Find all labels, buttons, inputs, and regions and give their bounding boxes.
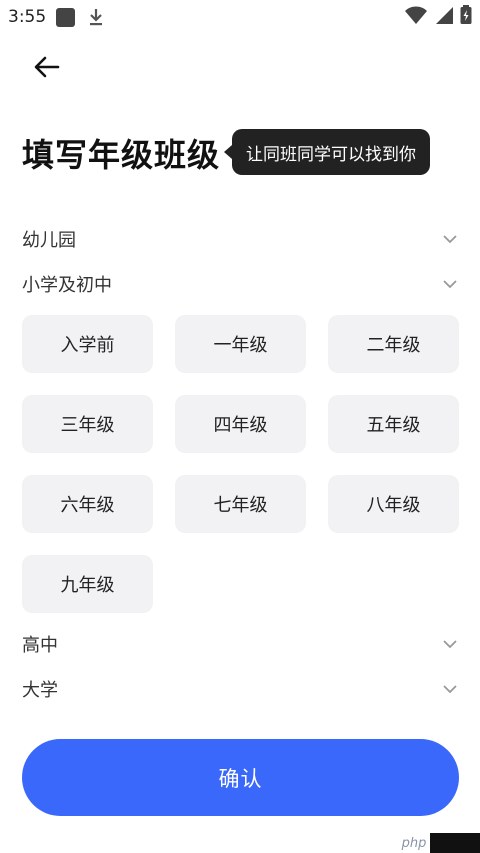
chevron-down-icon [443, 280, 457, 289]
tooltip: 让同班同学可以找到你 [224, 129, 430, 175]
grade-button[interactable]: 七年级 [175, 475, 306, 533]
section-label: 高中 [22, 635, 58, 656]
chevron-down-icon [443, 685, 457, 694]
section-label: 幼儿园 [22, 230, 76, 251]
section-label: 大学 [22, 680, 58, 701]
download-icon [87, 7, 105, 27]
grade-button[interactable]: 入学前 [22, 315, 153, 373]
grade-button[interactable]: 二年级 [328, 315, 459, 373]
section-high-school[interactable]: 高中 [22, 629, 458, 659]
page-title: 填写年级班级 [22, 136, 221, 174]
grade-grid: 入学前 一年级 二年级 三年级 四年级 五年级 六年级 七年级 八年级 九年级 [22, 315, 459, 613]
watermark: php [398, 833, 480, 853]
grade-button[interactable]: 八年级 [328, 475, 459, 533]
section-kindergarten[interactable]: 幼儿园 [22, 224, 458, 254]
battery-icon [460, 5, 472, 29]
back-button[interactable] [30, 52, 64, 82]
wifi-icon [404, 5, 428, 29]
section-university[interactable]: 大学 [22, 674, 458, 704]
grade-button[interactable]: 四年级 [175, 395, 306, 453]
confirm-button[interactable]: 确认 [22, 739, 459, 816]
grade-button[interactable]: 六年级 [22, 475, 153, 533]
chevron-down-icon [443, 640, 457, 649]
status-time: 3:55 [8, 7, 47, 27]
grade-button[interactable]: 九年级 [22, 555, 153, 613]
grade-button[interactable]: 五年级 [328, 395, 459, 453]
signal-icon [434, 5, 454, 29]
grade-button[interactable]: 一年级 [175, 315, 306, 373]
chevron-down-icon [443, 235, 457, 244]
status-bar: 3:55 [0, 0, 480, 34]
screen: 3:55 填写年级班级 让同班同学可以找到你 幼儿园 小学及初中 入学前 一年级… [0, 0, 480, 853]
watermark-bar [430, 833, 480, 853]
section-label: 小学及初中 [22, 275, 112, 296]
section-primary-middle[interactable]: 小学及初中 [22, 269, 458, 299]
app-square-icon [56, 7, 76, 27]
grade-button[interactable]: 三年级 [22, 395, 153, 453]
status-right [404, 5, 472, 29]
watermark-text: php [398, 833, 430, 853]
arrow-left-icon [34, 56, 60, 78]
